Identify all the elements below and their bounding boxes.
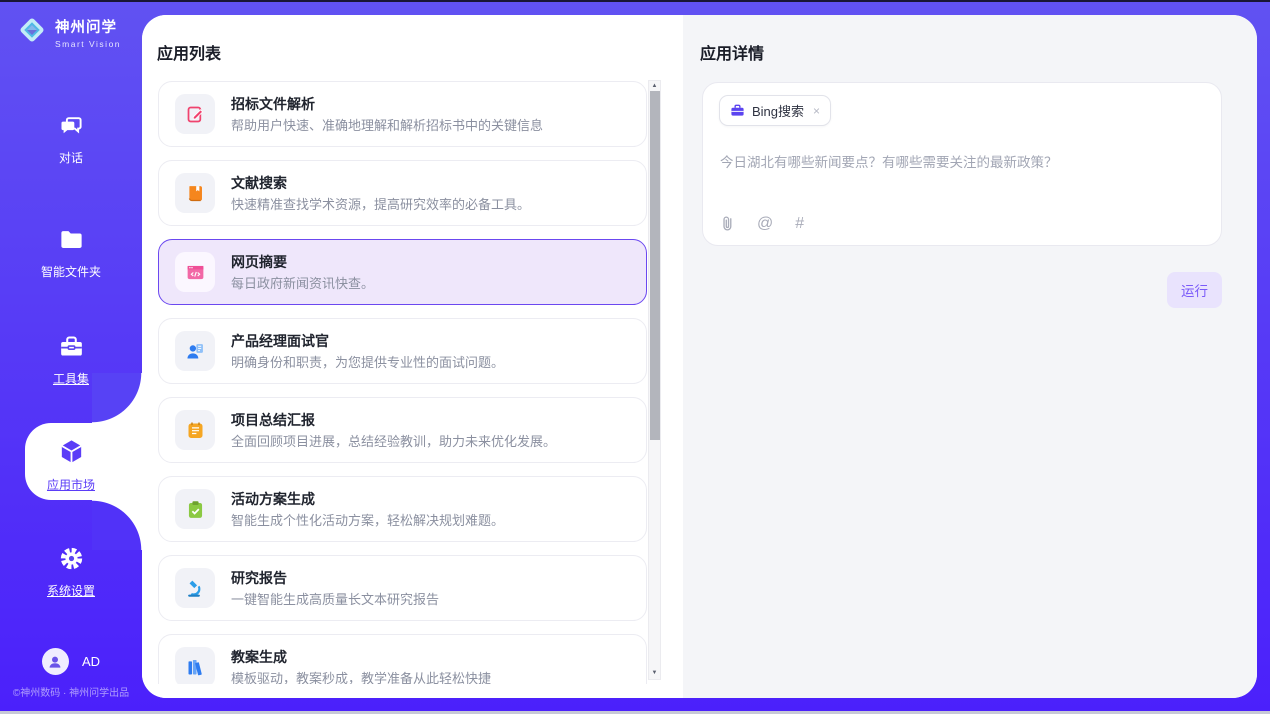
app-card-description: 一键智能生成高质量长文本研究报告 bbox=[231, 591, 439, 608]
book-icon bbox=[175, 173, 215, 213]
brand-gem-icon bbox=[16, 14, 48, 51]
at-sign-icon[interactable]: @ bbox=[757, 216, 773, 232]
app-card-title: 网页摘要 bbox=[231, 253, 374, 271]
app-card-4[interactable]: 产品经理面试官明确身份和职责，为您提供专业性的面试问题。 bbox=[158, 318, 647, 384]
sidebar-item-label: 智能文件夹 bbox=[0, 263, 142, 280]
sidebar-item-label: 工具集 bbox=[0, 370, 142, 387]
webpage-code-icon bbox=[175, 252, 215, 292]
app-card-title: 招标文件解析 bbox=[231, 95, 543, 113]
app-card-3[interactable]: 网页摘要每日政府新闻资讯快查。 bbox=[158, 239, 647, 305]
app-card-title: 文献搜索 bbox=[231, 174, 530, 192]
app-card-title: 产品经理面试官 bbox=[231, 332, 504, 350]
sidebar-item-folders[interactable]: 智能文件夹 bbox=[0, 226, 142, 280]
books-icon bbox=[175, 647, 215, 684]
clipboard-check-icon bbox=[175, 489, 215, 529]
avatar bbox=[42, 648, 69, 675]
brand-name: 神州问学 bbox=[55, 20, 117, 36]
app-list-panel: 应用列表 招标文件解析帮助用户快速、准确地理解和解析招标书中的关键信息文献搜索快… bbox=[142, 15, 683, 698]
gear-icon bbox=[58, 545, 85, 573]
user-account[interactable]: AD bbox=[0, 648, 142, 675]
edit-document-icon bbox=[175, 94, 215, 134]
scrollbar-thumb[interactable] bbox=[650, 91, 660, 440]
attachment-toolbar: @ # bbox=[720, 215, 804, 232]
app-card-6[interactable]: 活动方案生成智能生成个性化活动方案，轻松解决规划难题。 bbox=[158, 476, 647, 542]
app-card-description: 智能生成个性化活动方案，轻松解决规划难题。 bbox=[231, 512, 504, 529]
app-card-description: 全面回顾项目进展，总结经验教训，助力未来优化发展。 bbox=[231, 433, 556, 450]
app-card-title: 项目总结汇报 bbox=[231, 411, 556, 429]
sidebar-item-label: 应用市场 bbox=[0, 476, 142, 493]
hash-icon[interactable]: # bbox=[795, 216, 804, 232]
scrollbar-down-arrow-icon[interactable]: ▼ bbox=[649, 668, 660, 679]
app-detail-panel: 应用详情 Bing搜索 × 今日湖北有哪些新闻要点？有哪些需要关注的最新政策？ … bbox=[683, 15, 1257, 698]
sidebar-item-market[interactable]: 应用市场 bbox=[0, 437, 142, 493]
tool-chip-bing-search[interactable]: Bing搜索 × bbox=[719, 95, 831, 126]
window-top-edge bbox=[0, 0, 1270, 2]
sidebar-item-settings[interactable]: 系统设置 bbox=[0, 545, 142, 599]
brand-subtitle: Smart Vision bbox=[55, 39, 121, 49]
app-list-title: 应用列表 bbox=[157, 40, 221, 64]
main-container: 应用列表 招标文件解析帮助用户快速、准确地理解和解析招标书中的关键信息文献搜索快… bbox=[142, 15, 1257, 698]
scrollbar[interactable]: ▲ ▼ bbox=[648, 80, 661, 680]
cube-icon bbox=[57, 437, 86, 465]
app-card-8[interactable]: 教案生成模板驱动，教案秒成，教学准备从此轻松快捷 bbox=[158, 634, 647, 684]
app-card-description: 明确身份和职责，为您提供专业性的面试问题。 bbox=[231, 354, 504, 371]
chat-icon bbox=[58, 112, 85, 140]
app-detail-title: 应用详情 bbox=[700, 40, 764, 64]
chip-close-icon[interactable]: × bbox=[813, 104, 820, 118]
sidebar-item-tools[interactable]: 工具集 bbox=[0, 333, 142, 387]
app-card-title: 教案生成 bbox=[231, 648, 491, 666]
app-card-description: 模板驱动，教案秒成，教学准备从此轻松快捷 bbox=[231, 670, 491, 685]
user-icon bbox=[47, 654, 63, 670]
user-name: AD bbox=[82, 654, 100, 669]
app-card-description: 每日政府新闻资讯快查。 bbox=[231, 275, 374, 292]
app-card-title: 研究报告 bbox=[231, 569, 439, 587]
prompt-input-card[interactable]: Bing搜索 × 今日湖北有哪些新闻要点？有哪些需要关注的最新政策？ @ # bbox=[702, 82, 1222, 246]
app-card-title: 活动方案生成 bbox=[231, 490, 504, 508]
app-card-7[interactable]: 研究报告一键智能生成高质量长文本研究报告 bbox=[158, 555, 647, 621]
app-list-scroll-area: 招标文件解析帮助用户快速、准确地理解和解析招标书中的关键信息文献搜索快速精准查找… bbox=[158, 81, 647, 684]
app-card-2[interactable]: 文献搜索快速精准查找学术资源，提高研究效率的必备工具。 bbox=[158, 160, 647, 226]
microscope-icon bbox=[175, 568, 215, 608]
brand-logo: 神州问学 Smart Vision bbox=[16, 14, 121, 51]
sidebar: 神州问学 Smart Vision 对话智能文件夹工具集应用市场系统设置 AD … bbox=[0, 0, 142, 714]
app-card-5[interactable]: 项目总结汇报全面回顾项目进展，总结经验教训，助力未来优化发展。 bbox=[158, 397, 647, 463]
briefcase-icon bbox=[730, 103, 745, 118]
run-button[interactable]: 运行 bbox=[1167, 272, 1222, 308]
interviewer-icon bbox=[175, 331, 215, 371]
query-text[interactable]: 今日湖北有哪些新闻要点？有哪些需要关注的最新政策？ bbox=[720, 153, 1205, 172]
active-tab-flare-bottom bbox=[92, 500, 142, 550]
sidebar-item-label: 系统设置 bbox=[0, 582, 142, 599]
report-note-icon bbox=[175, 410, 215, 450]
app-card-description: 帮助用户快速、准确地理解和解析招标书中的关键信息 bbox=[231, 117, 543, 134]
paperclip-icon[interactable] bbox=[720, 215, 735, 232]
toolbox-icon bbox=[58, 333, 85, 361]
folder-icon bbox=[58, 226, 85, 254]
app-card-description: 快速精准查找学术资源，提高研究效率的必备工具。 bbox=[231, 196, 530, 213]
sidebar-item-label: 对话 bbox=[0, 149, 142, 166]
sidebar-item-chat[interactable]: 对话 bbox=[0, 112, 142, 166]
app-card-1[interactable]: 招标文件解析帮助用户快速、准确地理解和解析招标书中的关键信息 bbox=[158, 81, 647, 147]
copyright-footer: ©神州数码 · 神州问学出品 bbox=[0, 684, 142, 699]
tool-chip-label: Bing搜索 bbox=[752, 101, 804, 120]
